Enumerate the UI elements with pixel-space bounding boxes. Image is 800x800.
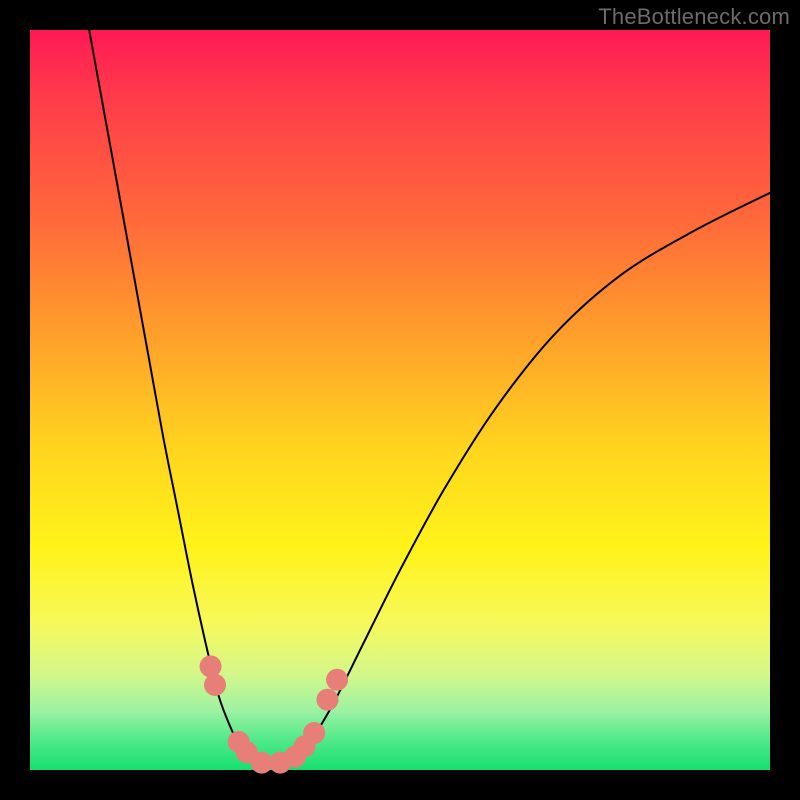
marker-left-upper-1	[200, 655, 222, 677]
curve-layer	[30, 30, 770, 770]
marker-right-upper-2	[326, 669, 348, 691]
bottleneck-curve	[89, 30, 770, 764]
marker-left-upper-2	[204, 674, 226, 696]
watermark-text: TheBottleneck.com	[598, 4, 790, 30]
marker-right-upper-1	[316, 689, 338, 711]
marker-right-lower-3	[303, 722, 325, 744]
plot-area	[30, 30, 770, 770]
chart-frame: TheBottleneck.com	[0, 0, 800, 800]
curve-path	[89, 30, 770, 764]
data-markers	[200, 655, 349, 773]
